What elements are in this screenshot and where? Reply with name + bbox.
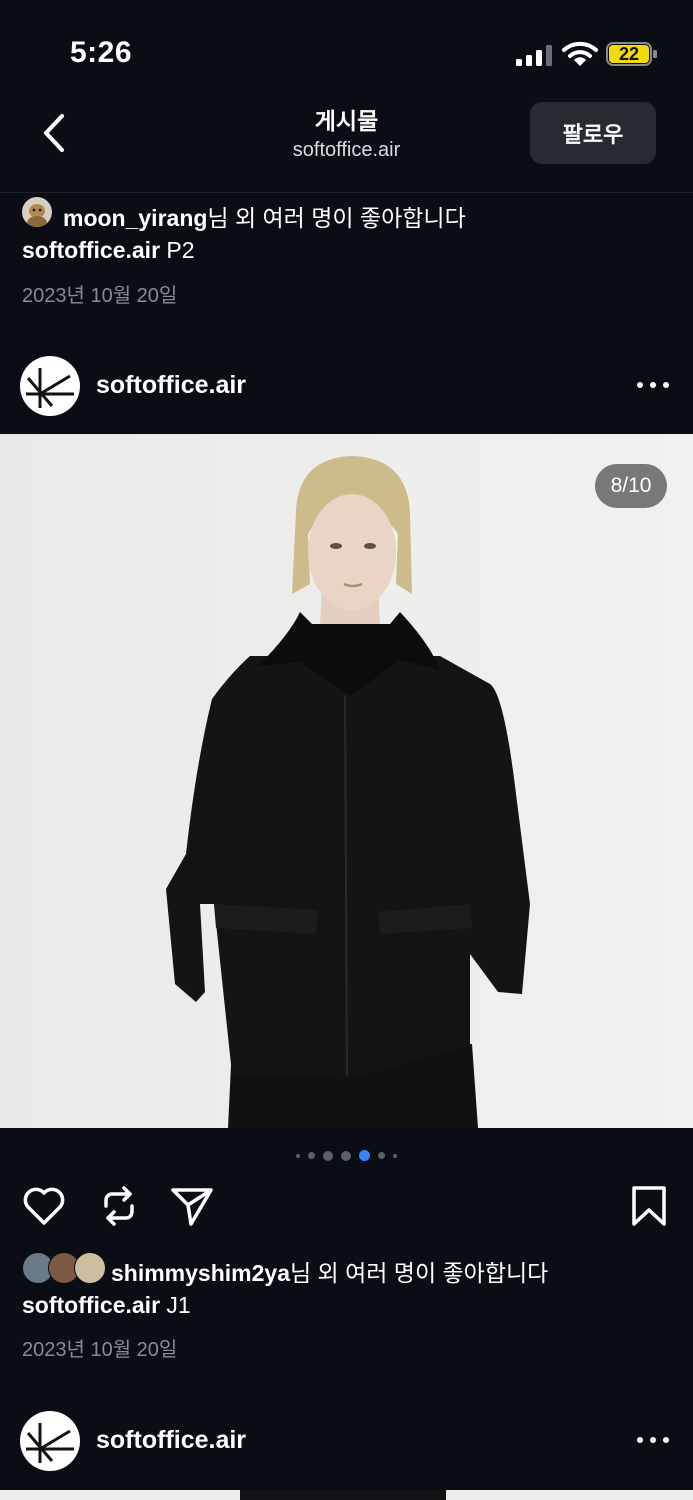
status-time: 5:26 — [70, 36, 133, 69]
photo-model-jacket — [0, 434, 693, 1128]
liked-by-suffix: 님 외 여러 명이 좋아합니다 — [207, 205, 466, 231]
post-username[interactable]: softoffice.air — [96, 1426, 246, 1455]
profile-avatar[interactable] — [20, 356, 80, 416]
profile-avatar[interactable] — [20, 1411, 80, 1471]
post-caption: softoffice.air P2 — [22, 237, 195, 264]
liked-by-user[interactable]: moon_yirang — [63, 205, 207, 231]
carousel-dot — [378, 1152, 385, 1159]
post-image[interactable] — [0, 434, 693, 1128]
caption-username[interactable]: softoffice.air — [22, 1292, 160, 1318]
carousel-dot — [308, 1152, 315, 1159]
brand-logo-icon — [26, 1423, 74, 1463]
carousel-dots — [0, 1150, 693, 1161]
signal-icon — [516, 44, 552, 66]
more-icon[interactable] — [637, 1435, 669, 1445]
liked-by-text: shimmyshim2ya님 외 여러 명이 좋아합니다 — [111, 1254, 548, 1288]
caption-text: J1 — [160, 1292, 191, 1318]
post-username[interactable]: softoffice.air — [96, 371, 246, 400]
carousel-dot — [323, 1150, 333, 1161]
carousel-dot — [341, 1150, 351, 1161]
caption-text: P2 — [160, 237, 195, 263]
carousel-dot — [393, 1153, 397, 1158]
carousel-dot-active — [359, 1150, 370, 1161]
liked-by-user[interactable]: shimmyshim2ya — [111, 1260, 290, 1286]
bookmark-icon[interactable] — [631, 1186, 667, 1226]
liked-by-suffix: 님 외 여러 명이 좋아합니다 — [289, 1260, 549, 1286]
follow-button[interactable]: 팔로우 — [530, 102, 656, 164]
carousel-counter: 8/10 — [595, 464, 667, 508]
liker-avatar[interactable] — [22, 197, 52, 227]
wifi-icon — [562, 41, 598, 66]
battery-icon: 22 — [606, 42, 658, 66]
header-divider — [0, 192, 693, 193]
post-caption: softoffice.air J1 — [22, 1292, 191, 1319]
send-icon[interactable] — [170, 1186, 214, 1226]
carousel-dot — [296, 1153, 300, 1158]
repost-icon[interactable] — [100, 1184, 138, 1228]
liker-avatars[interactable] — [22, 1251, 106, 1284]
heart-icon[interactable] — [22, 1186, 66, 1226]
caption-username[interactable]: softoffice.air — [22, 237, 160, 263]
post-date: 2023년 10월 20일 — [22, 1339, 178, 1361]
brand-logo-icon — [26, 368, 74, 408]
battery-level: 22 — [618, 44, 640, 64]
next-post-image[interactable] — [0, 1490, 693, 1500]
post-date: 2023년 10월 20일 — [22, 285, 178, 307]
more-icon[interactable] — [637, 380, 669, 390]
liked-by-text: moon_yirang님 외 여러 명이 좋아합니다 — [63, 199, 466, 233]
